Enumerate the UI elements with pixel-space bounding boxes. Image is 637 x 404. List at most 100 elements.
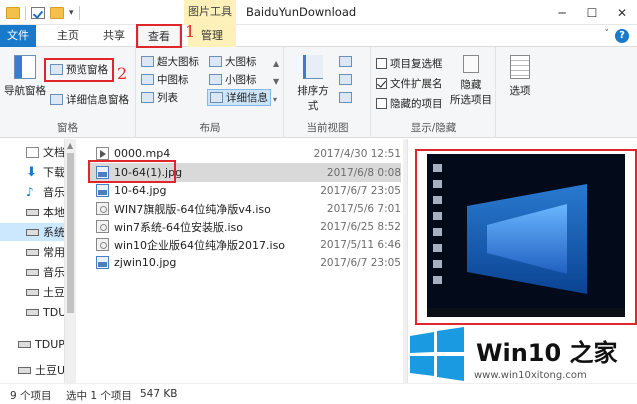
layout-item-label: 超大图标 xyxy=(157,56,199,68)
extra-large-icons-icon xyxy=(141,56,154,67)
layout-details[interactable]: 详细信息 xyxy=(207,89,271,106)
file-row[interactable]: 10-64.jpg 2017/6/7 23:05 xyxy=(90,181,401,200)
expand-ribbon-icon[interactable]: ˅ xyxy=(605,29,610,39)
nav-item-label: 音乐 xyxy=(43,186,64,199)
annotation-box-preview-pane xyxy=(44,58,114,82)
layout-extra-large-icons[interactable]: 超大图标 xyxy=(141,53,199,70)
item-checkboxes-checkbox[interactable] xyxy=(376,58,387,69)
divider xyxy=(25,6,26,20)
maximize-button[interactable]: ☐ xyxy=(577,0,607,25)
nav-item-tdup[interactable]: TDUP xyxy=(0,335,64,353)
tab-file[interactable]: 文件 xyxy=(0,25,36,47)
sort-by-button[interactable]: 排序方式 xyxy=(293,55,333,113)
windows-logo-icon xyxy=(410,327,464,381)
file-extensions-toggle[interactable]: 文件扩展名 xyxy=(376,75,443,92)
layout-scroll-up-icon[interactable]: ▲ xyxy=(273,55,279,72)
file-row[interactable]: win10企业版64位纯净版2017.iso 2017/5/11 6:46 xyxy=(90,235,401,254)
preview-image xyxy=(427,154,625,317)
nav-item-label: 本地 xyxy=(43,206,64,219)
quick-access-toolbar: ▾ xyxy=(6,5,80,21)
nav-item-common[interactable]: 常用 xyxy=(0,243,64,261)
file-row[interactable]: win7系统-64位安装版.iso 2017/6/25 8:52 xyxy=(90,217,401,236)
nav-item-tudou-u[interactable]: 土豆U xyxy=(0,361,64,379)
navigation-pane-scrollbar[interactable]: ▲ xyxy=(64,139,76,383)
hidden-items-toggle[interactable]: 隐藏的项目 xyxy=(376,95,443,112)
current-view-group-label: 当前视图 xyxy=(306,122,349,134)
details-pane-label: 详细信息窗格 xyxy=(66,94,129,106)
status-item-count: 9 个项目 xyxy=(10,390,52,402)
annotation-box-view-tab xyxy=(136,24,182,48)
ribbon-tabs: 文件 主页 共享 查看 管理 ˅ ? xyxy=(0,25,637,48)
nav-item-music-2[interactable]: 音乐 xyxy=(0,263,64,281)
disc-image-file-icon xyxy=(96,238,109,251)
hide-selected-label-1: 隐藏 xyxy=(460,79,482,91)
size-columns-button[interactable] xyxy=(339,89,352,106)
file-name: 0000.mp4 xyxy=(114,147,171,160)
nav-item-tdu[interactable]: TDU xyxy=(0,303,64,321)
new-folder-icon[interactable] xyxy=(50,7,64,19)
help-icon[interactable]: ? xyxy=(615,29,629,43)
minimize-button[interactable]: ─ xyxy=(547,0,577,25)
downloads-icon: ⬇ xyxy=(26,164,37,180)
preview-image-frame xyxy=(415,149,637,325)
group-by-button[interactable] xyxy=(339,53,352,70)
layout-list[interactable]: 列表 xyxy=(141,89,178,106)
item-checkboxes-toggle[interactable]: 项目复选框 xyxy=(376,55,443,72)
watermark-logo: Win10 之家 www.win10xitong.com xyxy=(404,320,629,390)
title-bar: ▾ 图片工具 BaiduYunDownload ─ ☐ ✕ xyxy=(0,0,637,25)
nav-item-label: 土豆U xyxy=(35,364,64,377)
navigation-pane-icon xyxy=(14,55,36,79)
sort-by-label: 排序方式 xyxy=(297,85,329,112)
annotation-box-selected-file xyxy=(88,160,176,183)
layout-more-icon[interactable]: ▾ xyxy=(273,91,277,108)
options-button[interactable]: 选项 xyxy=(503,55,537,98)
properties-icon[interactable] xyxy=(31,7,45,19)
layout-medium-icons[interactable]: 中图标 xyxy=(141,71,189,88)
maximize-icon: ☐ xyxy=(586,5,598,20)
nav-item-documents[interactable]: 文档 xyxy=(0,143,64,161)
drive-icon xyxy=(18,340,31,348)
layout-item-label: 大图标 xyxy=(225,56,257,68)
details-pane-button[interactable]: 详细信息窗格 xyxy=(50,91,129,108)
drive-icon xyxy=(26,308,39,316)
file-row[interactable]: zjwin10.jpg 2017/6/7 23:05 xyxy=(90,253,401,272)
nav-item-local[interactable]: 本地 xyxy=(0,203,64,221)
window-controls: ─ ☐ ✕ xyxy=(547,0,637,25)
layout-item-label: 小图标 xyxy=(225,74,257,86)
file-date: 2017/6/25 8:52 xyxy=(320,220,401,233)
file-extensions-checkbox[interactable] xyxy=(376,78,387,89)
details-pane-icon xyxy=(50,94,63,105)
scrollbar-thumb[interactable] xyxy=(67,153,74,313)
documents-icon xyxy=(26,146,39,158)
medium-icons-icon xyxy=(141,74,154,85)
file-extensions-label: 文件扩展名 xyxy=(390,78,443,90)
navigation-pane-button[interactable]: 导航窗格 xyxy=(4,55,46,98)
add-columns-button[interactable] xyxy=(339,71,352,88)
tab-home[interactable]: 主页 xyxy=(48,25,88,47)
nav-item-music[interactable]: ♪ 音乐 xyxy=(0,183,64,201)
hide-selected-button[interactable]: 隐藏 所选项目 xyxy=(448,55,494,107)
options-group: 选项 xyxy=(497,47,543,138)
file-row[interactable]: WIN7旗舰版-64位纯净版v4.iso 2017/5/6 7:01 xyxy=(90,199,401,218)
hidden-items-checkbox[interactable] xyxy=(376,98,387,109)
tab-manage[interactable]: 管理 xyxy=(188,25,236,47)
nav-item-tudou[interactable]: 土豆 xyxy=(0,283,64,301)
video-file-icon xyxy=(96,147,109,160)
customize-toolbar-chevron-icon[interactable]: ▾ xyxy=(69,8,74,18)
layout-scroll-down-icon[interactable]: ▼ xyxy=(273,73,279,90)
annotation-number-2: 2 xyxy=(117,64,128,83)
nav-item-system[interactable]: 系统 xyxy=(0,223,64,241)
file-name: WIN7旗舰版-64位纯净版v4.iso xyxy=(114,202,271,216)
file-name: win10企业版64位纯净版2017.iso xyxy=(114,238,286,252)
drive-icon xyxy=(26,208,39,216)
tab-share[interactable]: 共享 xyxy=(94,25,134,47)
layout-large-icons[interactable]: 大图标 xyxy=(209,53,257,70)
close-button[interactable]: ✕ xyxy=(607,0,637,25)
nav-item-downloads[interactable]: ⬇ 下载 xyxy=(0,163,64,181)
file-name: win7系统-64位安装版.iso xyxy=(114,220,244,234)
layout-small-icons[interactable]: 小图标 xyxy=(209,71,257,88)
layout-group: 超大图标 大图标 中图标 小图标 列表 详细信息 ▲ ▼ ▾ 布局 xyxy=(137,47,284,138)
scroll-up-icon[interactable]: ▲ xyxy=(67,141,73,150)
watermark-url: www.win10xitong.com xyxy=(474,370,587,381)
show-hide-group-label: 显示/隐藏 xyxy=(410,122,457,134)
